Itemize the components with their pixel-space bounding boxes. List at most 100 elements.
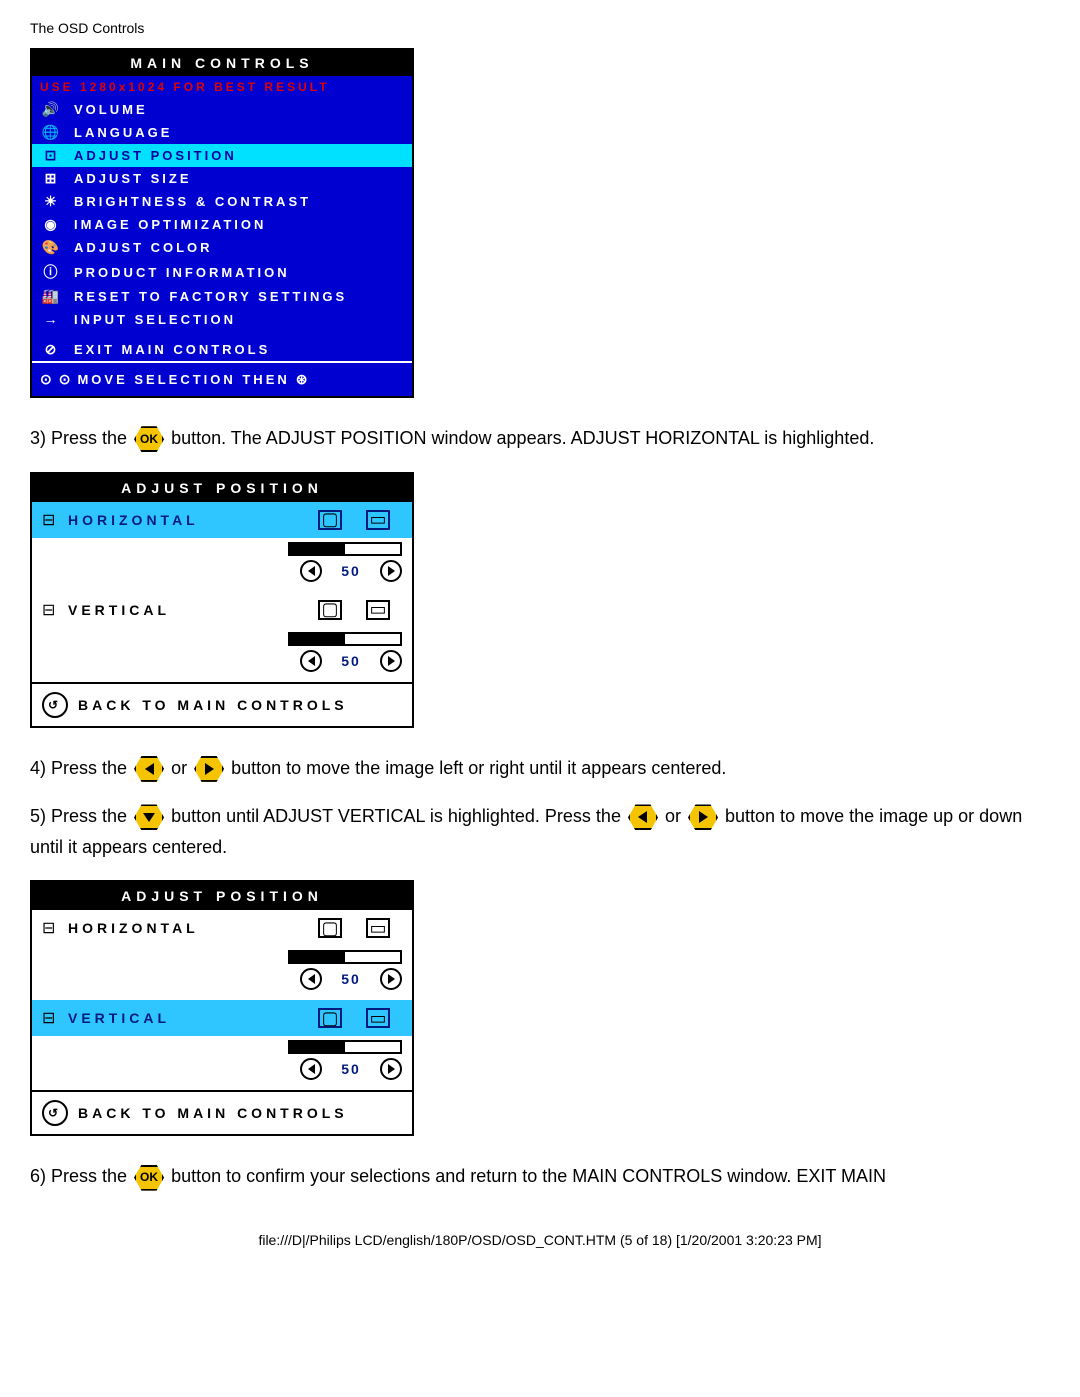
menu-item-label: RESET TO FACTORY SETTINGS xyxy=(64,289,347,304)
right-button-icon xyxy=(194,756,224,782)
osd-item-product-information[interactable]: ⓘPRODUCT INFORMATION xyxy=(32,259,412,285)
ok-button-icon: OK xyxy=(134,1165,164,1191)
menu-item-icon: ⓘ xyxy=(40,262,64,282)
decrease-icon[interactable] xyxy=(300,650,322,672)
max-box-icon: ▭ xyxy=(366,510,390,530)
right-button-icon xyxy=(688,804,718,830)
adj-row-label: HORIZONTAL xyxy=(68,512,306,528)
menu-item-icon: 🎨 xyxy=(40,239,64,256)
left-button-icon xyxy=(134,756,164,782)
osd-item-adjust-size[interactable]: ⊞ADJUST SIZE xyxy=(32,167,412,190)
increase-icon[interactable] xyxy=(380,560,402,582)
left-button-icon xyxy=(628,804,658,830)
adj-row-label: HORIZONTAL xyxy=(68,920,306,936)
adj-row-vertical[interactable]: ⊟VERTICAL ▢ ▭ xyxy=(32,592,412,628)
adj-row-icon: ⊟ xyxy=(42,918,68,938)
max-box-icon: ▭ xyxy=(366,1008,390,1028)
menu-item-icon: 🌐 xyxy=(40,124,64,141)
menu-item-label: INPUT SELECTION xyxy=(64,312,236,327)
adj-row-horizontal[interactable]: ⊟HORIZONTAL▢▭ xyxy=(32,910,412,946)
decrease-icon[interactable] xyxy=(300,1058,322,1080)
step-4: 4) Press the or button to move the image… xyxy=(30,753,1050,784)
osd-item-exit-main-controls[interactable]: ⊘EXIT MAIN CONTROLS xyxy=(32,338,412,361)
adj-bar-row xyxy=(32,628,412,648)
step-5-text-b: button until ADJUST VERTICAL is highligh… xyxy=(171,806,626,826)
menu-item-label: EXIT MAIN CONTROLS xyxy=(64,342,270,357)
adj2-back-label: BACK TO MAIN CONTROLS xyxy=(78,1105,348,1121)
osd-adjust-position-1: ADJUST POSITION ⊟HORIZONTAL▢▭50⊟VERTICAL… xyxy=(30,472,414,728)
osd-item-adjust-color[interactable]: 🎨ADJUST COLOR xyxy=(32,236,412,259)
osd-resolution-note: USE 1280x1024 FOR BEST RESULT xyxy=(32,76,412,98)
adj2-back[interactable]: ↺ BACK TO MAIN CONTROLS xyxy=(32,1090,412,1134)
step-4-text-a: 4) Press the xyxy=(30,758,127,778)
adj-row-horizontal[interactable]: ⊟HORIZONTAL ▢ ▭ xyxy=(32,502,412,538)
step-5-text-a: 5) Press the xyxy=(30,806,132,826)
adj-bar-row xyxy=(32,1036,412,1056)
adj-value-row: 50 xyxy=(32,558,412,592)
menu-item-icon: ☀ xyxy=(40,193,64,210)
increase-icon[interactable] xyxy=(380,650,402,672)
adj-row-icon: ⊟ xyxy=(42,510,68,530)
min-box-icon: ▢ xyxy=(318,510,342,530)
osd-item-image-optimization[interactable]: ◉IMAGE OPTIMIZATION xyxy=(32,213,412,236)
menu-item-icon: ⊡ xyxy=(40,147,64,164)
decrease-icon[interactable] xyxy=(300,968,322,990)
decrease-icon[interactable] xyxy=(300,560,322,582)
osd-item-reset-to-factory-settings[interactable]: 🏭RESET TO FACTORY SETTINGS xyxy=(32,285,412,308)
max-box-icon: ▭ xyxy=(366,600,390,620)
menu-item-icon: 🔊 xyxy=(40,101,64,118)
adj-value-row: 50 xyxy=(32,1056,412,1090)
slider-bar[interactable] xyxy=(288,542,402,556)
adj2-header: ADJUST POSITION xyxy=(32,882,412,910)
step-5: 5) Press the button until ADJUST VERTICA… xyxy=(30,801,1050,862)
menu-item-icon: → xyxy=(40,311,64,327)
adj-value-row: 50 xyxy=(32,966,412,1000)
footer-file-path: file:///D|/Philips LCD/english/180P/OSD/… xyxy=(30,1232,1050,1248)
adj-row-label: VERTICAL xyxy=(68,602,306,618)
osd-item-language[interactable]: 🌐LANGUAGE xyxy=(32,121,412,144)
menu-item-label: ADJUST POSITION xyxy=(64,148,237,163)
increase-icon[interactable] xyxy=(380,1058,402,1080)
step-3-text-b: button. The ADJUST POSITION window appea… xyxy=(171,428,874,448)
menu-item-label: VOLUME xyxy=(64,102,148,117)
menu-item-label: ADJUST COLOR xyxy=(64,240,213,255)
adj-row-vertical[interactable]: ⊟VERTICAL ▢ ▭ xyxy=(32,1000,412,1036)
adj-row-icon: ⊟ xyxy=(42,1008,68,1028)
adj-value: 50 xyxy=(336,1061,366,1077)
menu-item-icon: 🏭 xyxy=(40,288,64,305)
osd-item-volume[interactable]: 🔊VOLUME xyxy=(32,98,412,121)
min-box-icon: ▢ xyxy=(318,600,342,620)
step-4-text-c: button to move the image left or right u… xyxy=(231,758,726,778)
increase-icon[interactable] xyxy=(380,968,402,990)
menu-item-label: PRODUCT INFORMATION xyxy=(64,265,290,280)
max-box-icon: ▭ xyxy=(366,918,390,938)
step-3: 3) Press the OK button. The ADJUST POSIT… xyxy=(30,423,1050,454)
slider-bar[interactable] xyxy=(288,1040,402,1054)
slider-bar[interactable] xyxy=(288,632,402,646)
adj-value: 50 xyxy=(336,971,366,987)
down-icon: ⊙ xyxy=(40,371,55,388)
slider-bar[interactable] xyxy=(288,950,402,964)
adj1-header: ADJUST POSITION xyxy=(32,474,412,502)
menu-item-label: LANGUAGE xyxy=(64,125,172,140)
adj-value: 50 xyxy=(336,563,366,579)
adj-row-label: VERTICAL xyxy=(68,1010,306,1026)
step-3-text-a: 3) Press the xyxy=(30,428,132,448)
adj-value: 50 xyxy=(336,653,366,669)
osd-item-adjust-position[interactable]: ⊡ADJUST POSITION xyxy=(32,144,412,167)
menu-item-icon: ◉ xyxy=(40,216,64,233)
adj-bar-row xyxy=(32,946,412,966)
step-6-text-b: button to confirm your selections and re… xyxy=(171,1166,886,1186)
up-icon: ⊙ xyxy=(59,371,74,388)
osd-main-controls: MAIN CONTROLS USE 1280x1024 FOR BEST RES… xyxy=(30,48,414,398)
ok-icon: ⊛ xyxy=(296,371,311,388)
min-box-icon: ▢ xyxy=(318,1008,342,1028)
step-6: 6) Press the OK button to confirm your s… xyxy=(30,1161,1050,1192)
osd-adjust-position-2: ADJUST POSITION ⊟HORIZONTAL▢▭50⊟VERTICAL… xyxy=(30,880,414,1136)
adj1-back-label: BACK TO MAIN CONTROLS xyxy=(78,697,348,713)
adj-row-icon: ⊟ xyxy=(42,600,68,620)
adj1-back[interactable]: ↺ BACK TO MAIN CONTROLS xyxy=(32,682,412,726)
osd-item-input-selection[interactable]: →INPUT SELECTION xyxy=(32,308,412,330)
step-6-text-a: 6) Press the xyxy=(30,1166,132,1186)
osd-item-brightness-contrast[interactable]: ☀BRIGHTNESS & CONTRAST xyxy=(32,190,412,213)
